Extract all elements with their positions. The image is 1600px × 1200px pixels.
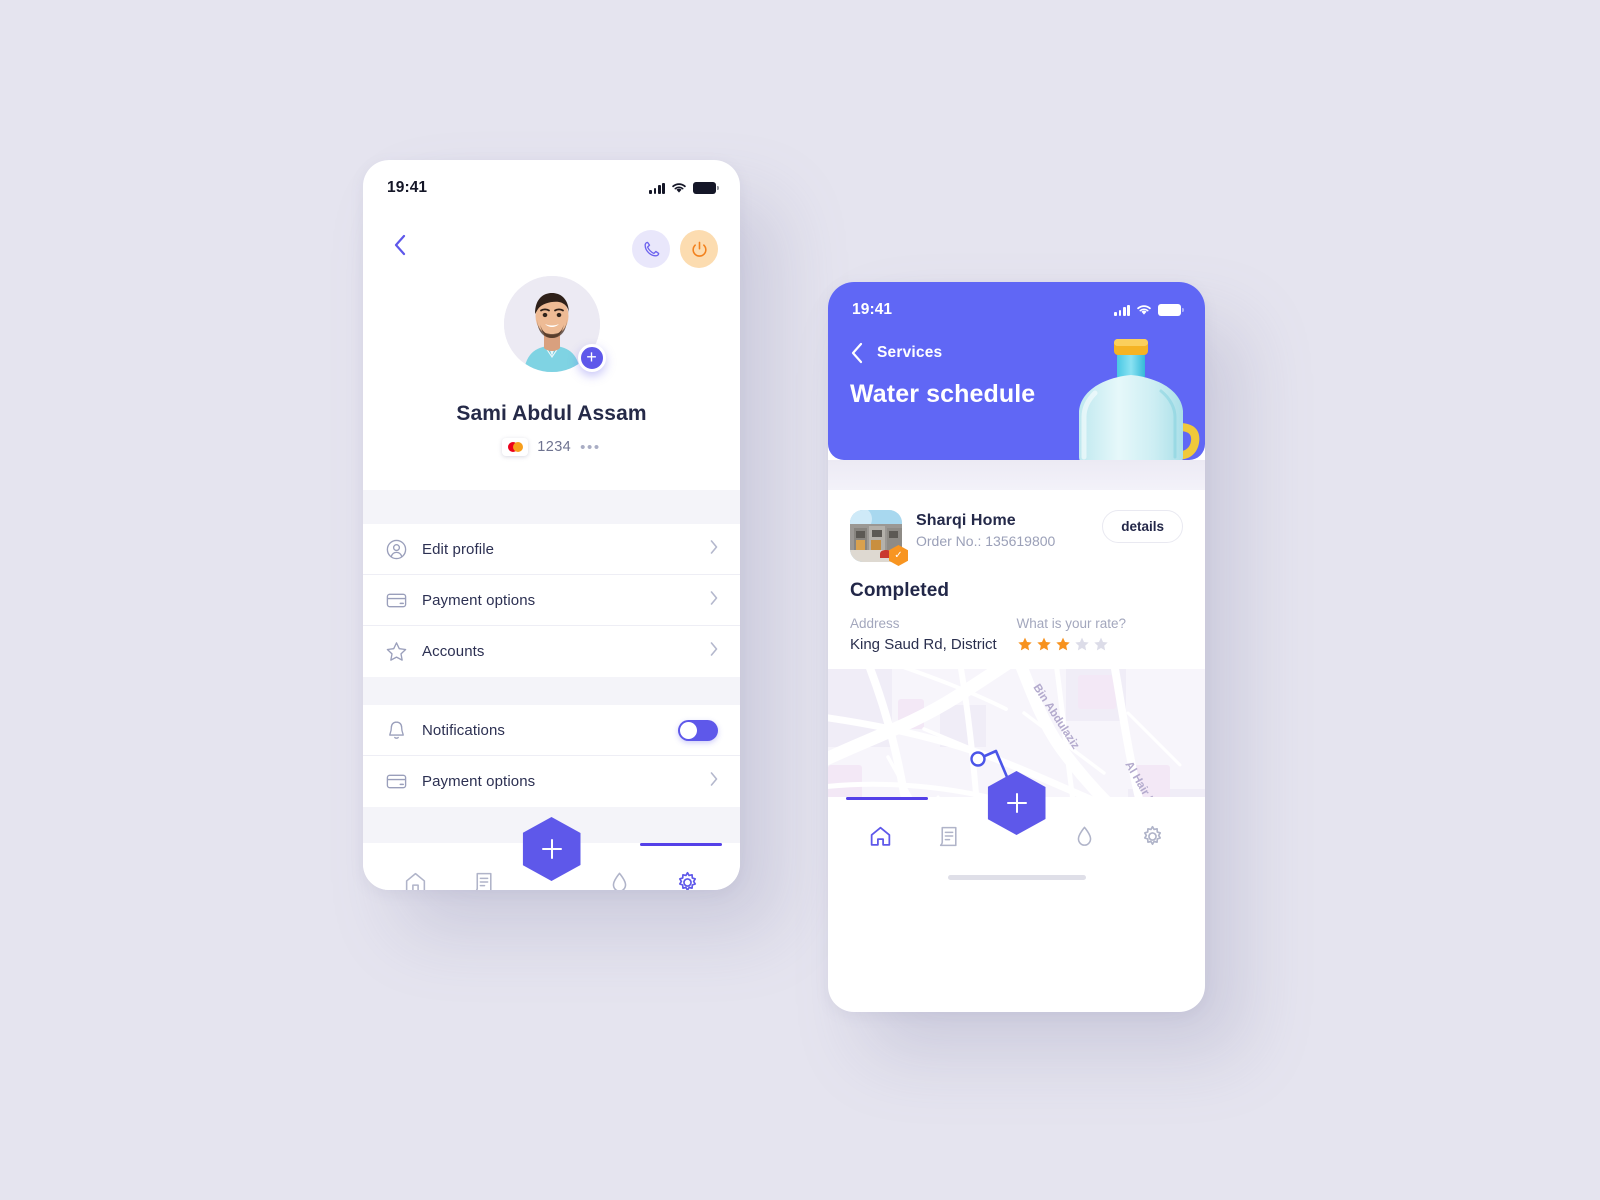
tab-settings[interactable] <box>1130 814 1176 858</box>
back-button[interactable] <box>385 230 414 265</box>
chevron-left-icon <box>851 342 863 364</box>
order-thumbnail-container: ✓ <box>850 510 908 566</box>
settings-list-group-2: Notifications Payment options <box>363 705 740 807</box>
plus-icon: + <box>586 347 597 367</box>
star-icon <box>385 640 408 663</box>
credit-card-icon <box>385 589 408 612</box>
chevron-right-icon <box>710 590 718 610</box>
status-bar-time: 19:41 <box>852 301 893 318</box>
wifi-icon <box>672 183 686 193</box>
rating-block: What is your rate? <box>1017 616 1184 653</box>
order-summary-card: ✓ Sharqi Home Order No.: 135619800 detai… <box>828 490 1205 669</box>
star-icon-filled[interactable] <box>1036 636 1052 652</box>
list-item-label: Accounts <box>422 643 485 660</box>
chevron-right-icon <box>710 539 718 559</box>
settings-list-group-1: Edit profile Payment options Accounts <box>363 524 740 677</box>
star-icon-empty[interactable] <box>1074 636 1090 652</box>
status-bar-time: 19:41 <box>387 179 428 196</box>
water-schedule-phone-screen: 19:41 Services Water schedule ✓ Sharqi H… <box>828 282 1205 1012</box>
notifications-toggle[interactable] <box>678 719 718 741</box>
battery-full-icon <box>693 182 719 194</box>
receipt-icon <box>475 872 492 890</box>
wifi-icon <box>1137 305 1151 315</box>
order-status: Completed <box>850 580 950 601</box>
rating-stars[interactable] <box>1017 636 1184 652</box>
address-value: King Saud Rd, District <box>850 636 997 653</box>
profile-header: + Sami Abdul Assam 1234 ••• <box>363 206 740 490</box>
active-tab-indicator <box>640 843 722 846</box>
payment-card-summary[interactable]: 1234 ••• <box>363 438 740 456</box>
list-item-edit-profile[interactable]: Edit profile <box>363 524 740 575</box>
canvas: 19:41 + Sami Abdul Assam 1234 ••• Edit p… <box>0 0 1600 1200</box>
order-customer-name: Sharqi Home <box>916 512 1016 529</box>
chevron-right-icon <box>710 642 718 661</box>
bottom-tab-bar <box>363 817 740 890</box>
list-item-label: Notifications <box>422 721 506 739</box>
tab-water[interactable] <box>597 860 643 890</box>
route-start-marker <box>970 751 986 767</box>
tab-home[interactable] <box>857 814 903 858</box>
section-divider-middle <box>363 677 740 705</box>
chevron-left-icon <box>394 234 406 256</box>
list-item-notifications[interactable]: Notifications <box>363 705 740 756</box>
battery-full-icon <box>1158 304 1184 316</box>
call-button[interactable] <box>632 230 670 268</box>
list-item-accounts[interactable]: Accounts <box>363 626 740 677</box>
address-block: Address King Saud Rd, District <box>850 616 1017 653</box>
gear-icon <box>679 871 697 890</box>
breadcrumb-label: Services <box>877 344 943 361</box>
hero-header: 19:41 Services Water schedule <box>828 282 1205 460</box>
droplet-icon <box>612 872 627 890</box>
bottom-tab-bar <box>828 771 1205 875</box>
star-icon-filled[interactable] <box>1017 636 1033 652</box>
tab-orders[interactable] <box>460 860 506 890</box>
tab-home[interactable] <box>392 860 438 890</box>
bell-icon <box>385 719 408 742</box>
droplet-icon <box>1077 826 1092 846</box>
home-icon <box>870 826 890 846</box>
mastercard-icon <box>502 438 529 456</box>
list-item-label: Payment options <box>422 773 536 790</box>
credit-card-icon <box>385 770 408 793</box>
power-icon <box>691 241 707 257</box>
list-item-payment-options[interactable]: Payment options <box>363 575 740 626</box>
add-photo-button[interactable]: + <box>577 344 606 372</box>
tab-orders[interactable] <box>925 814 971 858</box>
order-number: Order No.: 135619800 <box>916 533 1056 549</box>
signal-bars-icon <box>1114 304 1130 316</box>
card-masked-dots: ••• <box>580 438 601 456</box>
chevron-right-icon <box>710 772 718 791</box>
user-name: Sami Abdul Assam <box>456 402 647 425</box>
tab-water[interactable] <box>1062 814 1108 858</box>
delivery-route-map[interactable]: Bin Abdulaziz Al Hair Road Jabrah <box>828 669 1205 901</box>
status-bar: 19:41 <box>828 282 1205 328</box>
star-icon-empty[interactable] <box>1093 636 1109 652</box>
receipt-icon <box>939 826 957 846</box>
signal-bars-icon <box>649 182 665 194</box>
card-last4: 1234 <box>537 439 572 455</box>
star-icon-filled[interactable] <box>1055 636 1071 652</box>
section-divider-top <box>363 490 740 524</box>
rating-label: What is your rate? <box>1016 616 1127 631</box>
details-button[interactable]: details <box>1102 510 1183 543</box>
tab-settings[interactable] <box>665 860 711 890</box>
list-item-label: Payment options <box>422 591 536 609</box>
address-label: Address <box>850 616 900 631</box>
phone-icon <box>643 241 659 257</box>
gear-icon <box>1144 825 1162 845</box>
list-item-payment-options-2[interactable]: Payment options <box>363 756 740 807</box>
home-icon <box>405 872 425 890</box>
home-indicator <box>828 875 1205 901</box>
user-circle-icon <box>385 538 408 561</box>
plus-icon <box>1006 793 1027 813</box>
plus-icon <box>541 839 562 859</box>
active-tab-indicator <box>846 797 928 800</box>
hero-gap-divider <box>828 460 1205 490</box>
profile-phone-screen: 19:41 + Sami Abdul Assam 1234 ••• Edit p… <box>363 160 740 890</box>
list-item-label: Edit profile <box>422 540 495 558</box>
avatar-container: + <box>503 276 606 372</box>
power-button[interactable] <box>680 230 718 268</box>
water-jug-illustration <box>1079 339 1200 460</box>
status-bar: 19:41 <box>363 160 740 206</box>
